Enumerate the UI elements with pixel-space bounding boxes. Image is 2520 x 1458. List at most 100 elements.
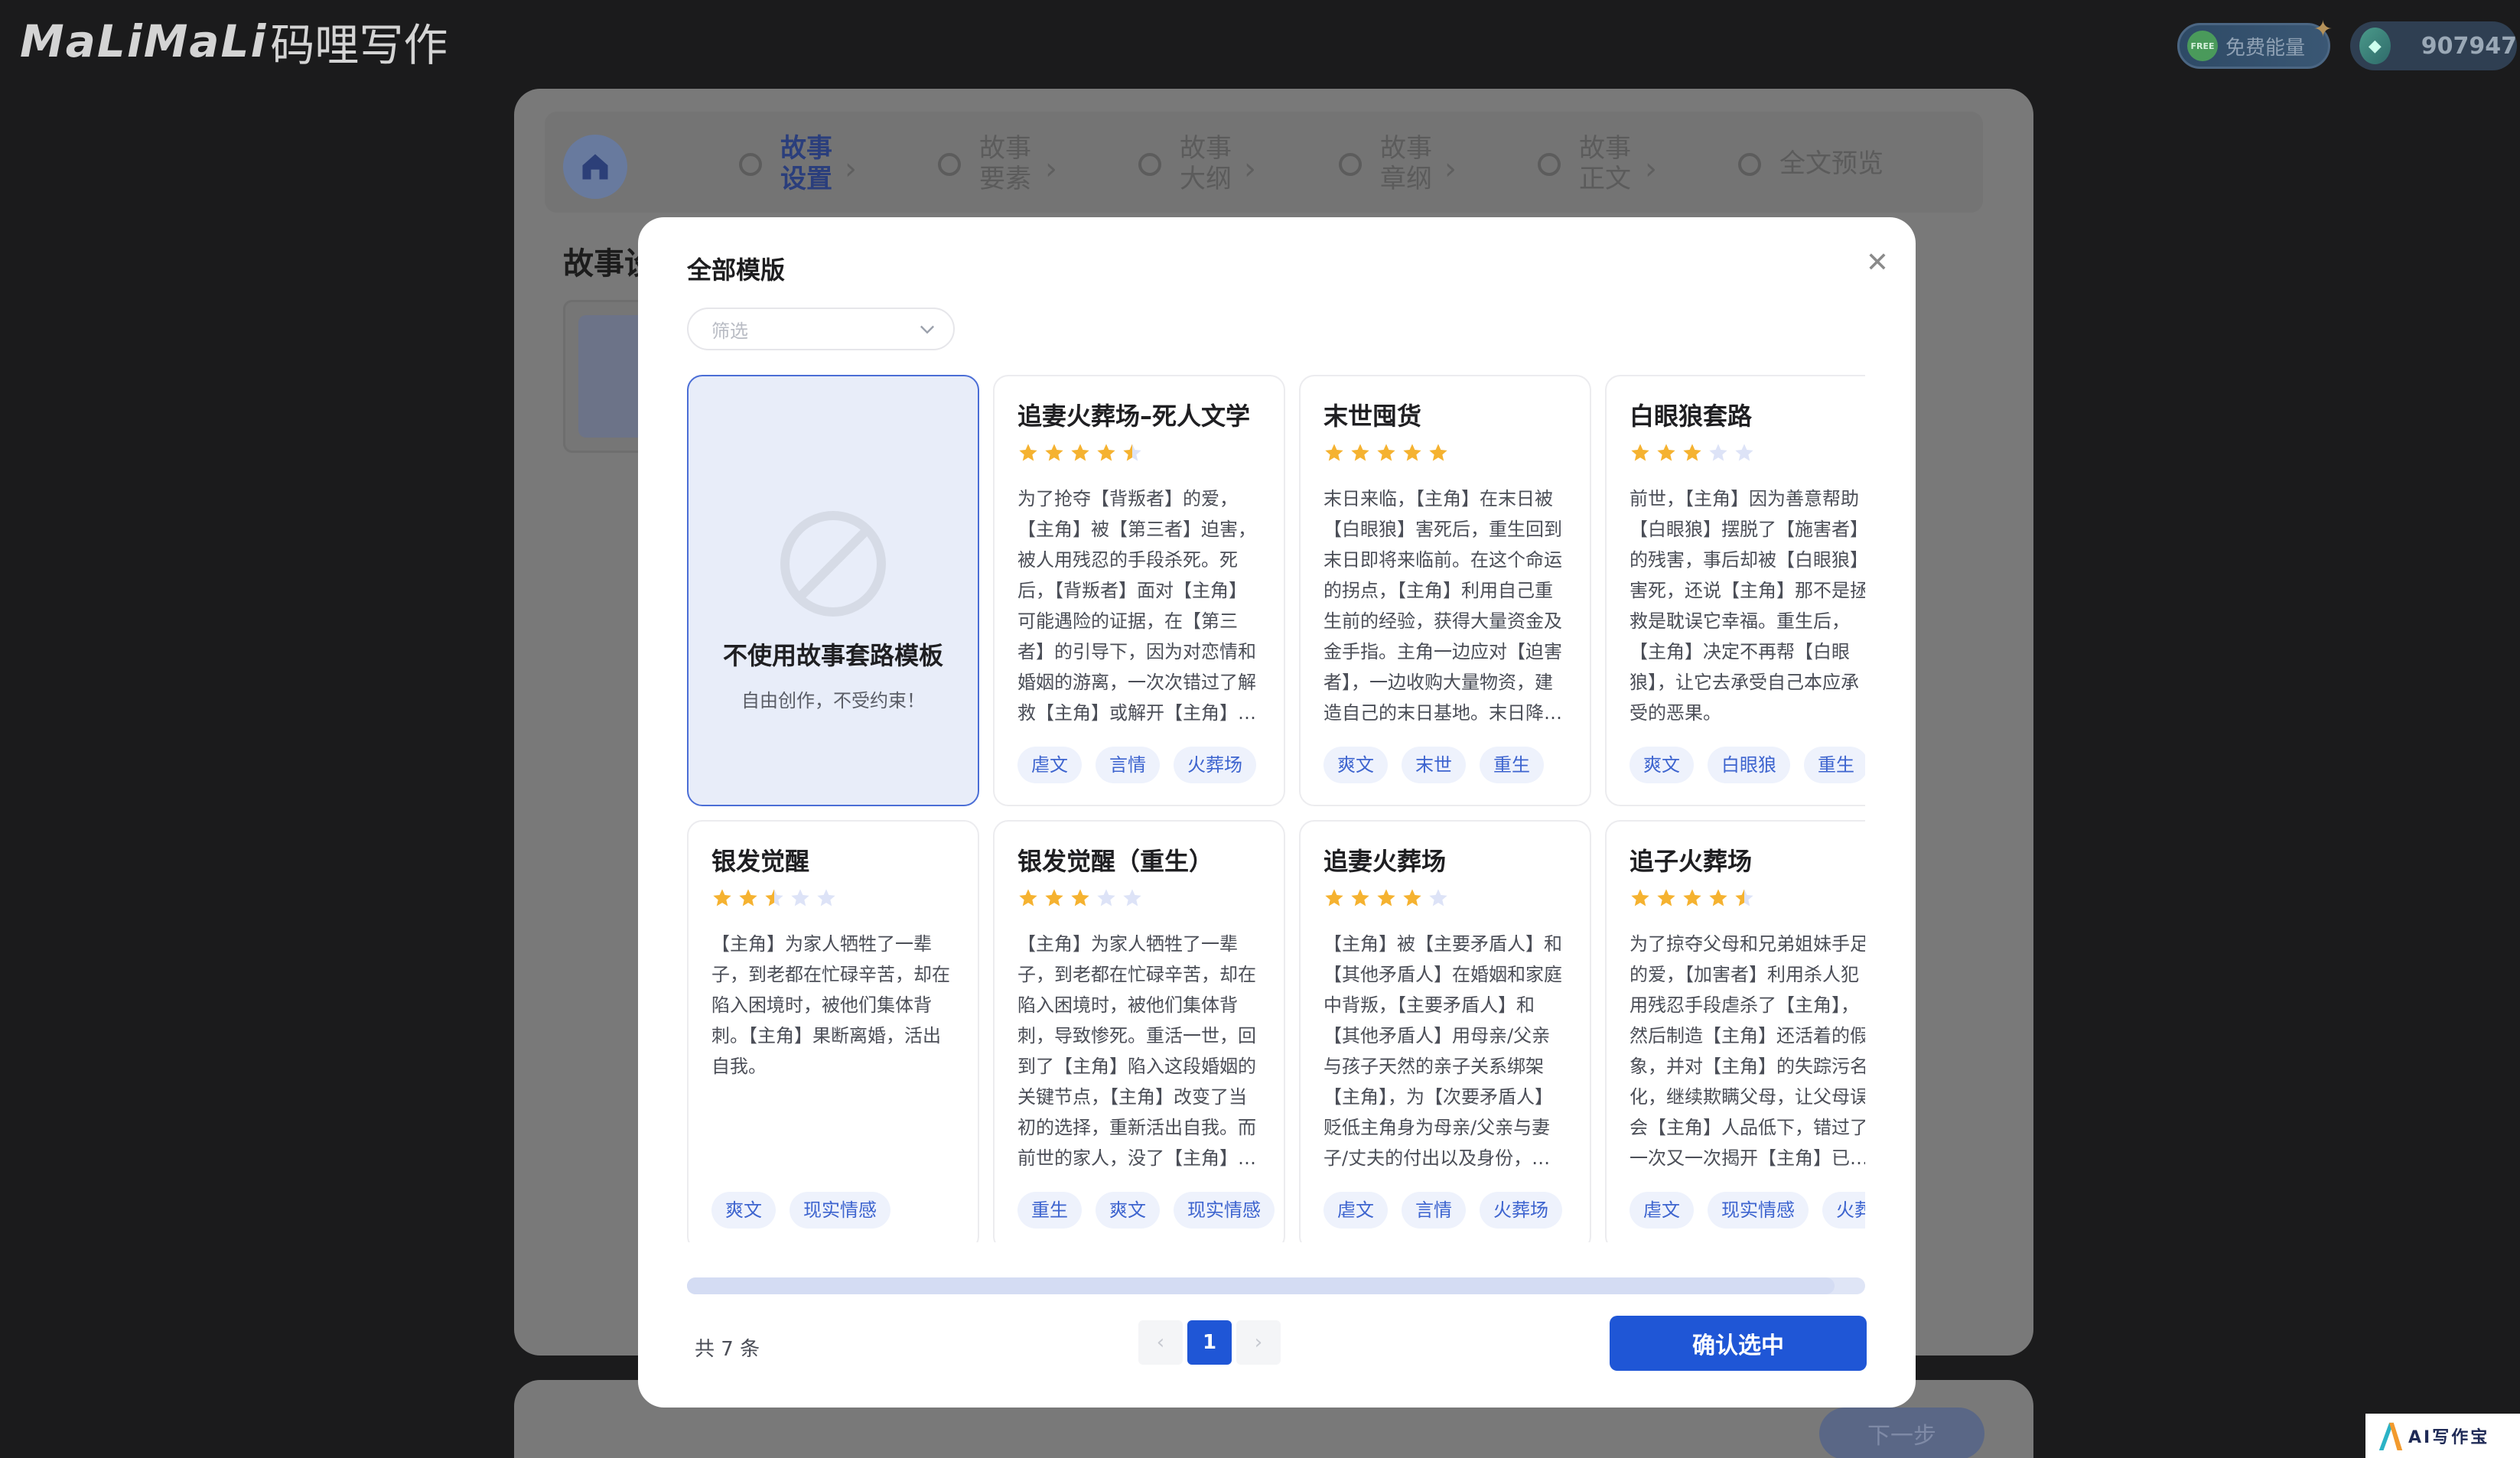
star-icon — [1097, 889, 1115, 906]
filter-placeholder: 筛选 — [711, 320, 748, 342]
tag: 重生 — [1804, 747, 1865, 783]
tag-list: 爽文 白眼狼 重生 — [1630, 747, 1865, 783]
tag: 虐文 — [1630, 1192, 1694, 1229]
chevron-right-icon: › — [1444, 151, 1457, 187]
star-icon — [1045, 889, 1063, 906]
star-icon — [817, 889, 835, 906]
rating-stars — [1017, 887, 1261, 909]
rating-stars — [1630, 887, 1865, 909]
logo-cn: 码哩写作 — [270, 19, 448, 71]
total-count: 共 7 条 — [695, 1338, 760, 1361]
star-icon — [1683, 444, 1701, 461]
template-card[interactable]: 末世囤货 末日来临，【主角】在末日被【白眼狼】害死后，重生回到末日即将来临前。在这… — [1299, 375, 1591, 806]
step-story-body[interactable]: 故事正文 — [1538, 133, 1656, 194]
prev-page-button[interactable]: ‹ — [1138, 1320, 1183, 1365]
rating-stars — [1323, 442, 1567, 464]
template-description: 为了掠夺父母和兄弟姐妹手足的爱，【加害者】利用杀人犯用残忍手段虐杀了【主角】，然… — [1630, 933, 1865, 1169]
home-icon[interactable] — [563, 135, 627, 199]
template-description: 【主角】被【主要矛盾人】和【其他矛盾人】在婚姻和家庭中背叛，【主要矛盾人】和【其… — [1323, 933, 1562, 1169]
tag: 爽文 — [711, 1192, 776, 1229]
filter-select[interactable]: 筛选 — [687, 308, 955, 350]
chevron-right-icon: › — [845, 151, 857, 187]
star-icon — [1631, 889, 1649, 906]
tag: 言情 — [1402, 1192, 1466, 1229]
star-icon — [1123, 444, 1141, 461]
chevron-right-icon: › — [1645, 151, 1657, 187]
template-description: 为了抢夺【背叛者】的爱，【主角】被【第三者】迫害，被人用残忍的手段杀死。死后，【… — [1017, 488, 1256, 724]
watermark-logo-icon — [2378, 1422, 2403, 1450]
step-label: 故事正文 — [1579, 133, 1631, 194]
gem-icon: ◆ — [2359, 28, 2391, 64]
star-icon — [1709, 889, 1727, 906]
star-icon — [1071, 889, 1089, 906]
star-icon — [1019, 889, 1037, 906]
step-chapter-outline[interactable]: 故事章纲 — [1339, 133, 1457, 194]
star-icon — [1123, 889, 1141, 906]
template-card[interactable]: 追妻火葬场–死人文学 为了抢夺【背叛者】的爱，【主角】被【第三者】迫害，被人用残忍… — [993, 375, 1285, 806]
star-icon — [1631, 444, 1649, 461]
tag: 现实情感 — [790, 1192, 890, 1229]
tag-list: 爽文 末世 重生 — [1323, 747, 1544, 783]
star-icon — [1429, 444, 1447, 461]
template-modal: 全部模版 ✕ 筛选 不使用故事套路模板 自由创作，不受约束！ 追妻火葬场–死人文… — [638, 217, 1916, 1408]
step-circle — [739, 153, 762, 176]
tag: 末世 — [1402, 747, 1466, 783]
step-story-elements[interactable]: 故事要素 — [938, 133, 1056, 194]
tag-list: 虐文现实情感火葬场 — [1630, 1192, 1865, 1229]
template-card[interactable]: 追妻火葬场【主角】被【主要矛盾人】和【其他矛盾人】在婚姻和家庭中背叛，【主要矛盾… — [1299, 820, 1591, 1242]
template-card[interactable]: 追子火葬场 为了掠夺父母和兄弟姐妹手足的爱，【加害者】利用杀人犯用残忍手段虐杀了【… — [1605, 820, 1865, 1242]
chevron-right-icon: › — [1244, 151, 1256, 187]
next-step-button[interactable]: 下一步 — [1819, 1408, 1984, 1458]
star-icon — [1325, 444, 1343, 461]
page-1-button[interactable]: 1 — [1187, 1320, 1232, 1365]
tag: 爽文 — [1630, 747, 1694, 783]
no-template-subtitle: 自由创作，不受约束！ — [741, 690, 925, 711]
star-icon — [1325, 889, 1343, 906]
tag-list: 爽文 现实情感 — [711, 1192, 890, 1229]
template-card[interactable]: 银发觉醒（重生） 【主角】为家人牺牲了一辈子，到老都在忙碌辛苦，却在陷入困境时，被… — [993, 820, 1285, 1242]
tag: 现实情感 — [1708, 1192, 1809, 1229]
step-story-outline[interactable]: 故事大纲 — [1138, 133, 1256, 194]
template-description: 【主角】为家人牺牲了一辈子，到老都在忙碌辛苦，却在陷入困境时，被他们集体背刺。【… — [711, 933, 950, 1077]
chevron-right-icon: › — [1045, 151, 1057, 187]
star-icon — [1735, 444, 1753, 461]
step-circle — [1138, 153, 1161, 176]
star-icon — [1683, 889, 1701, 906]
next-page-button[interactable]: › — [1236, 1320, 1281, 1365]
template-title: 银发觉醒 — [711, 847, 810, 876]
coin-balance[interactable]: ◆ 907947 — [2350, 21, 2517, 70]
star-icon — [1657, 444, 1675, 461]
no-template-card[interactable]: 不使用故事套路模板 自由创作，不受约束！ — [687, 375, 979, 806]
free-energy-label: 免费能量 — [2225, 36, 2306, 60]
tag: 爽文 — [1096, 1192, 1160, 1229]
template-card[interactable]: 白眼狼套路 前世，【主角】因为善意帮助【白眼狼】摆脱了【施害者】的残害，事后却被【… — [1605, 375, 1865, 806]
free-energy-button[interactable]: FREE 免费能量 ✦ — [2177, 16, 2333, 69]
step-full-preview[interactable]: 全文预览 — [1738, 133, 1883, 179]
tag-list: 重生 爽文 现实情感 — [1017, 1192, 1275, 1229]
star-icon — [713, 889, 731, 906]
star-icon — [1429, 889, 1447, 906]
no-template-title: 不使用故事套路模板 — [722, 641, 943, 670]
step-circle — [938, 153, 961, 176]
star-icon — [1709, 444, 1727, 461]
rating-stars — [1630, 442, 1865, 464]
app-logo[interactable]: MaLiMaLi 码哩写作 — [20, 14, 448, 71]
step-story-settings[interactable]: 故事设置 — [739, 133, 857, 194]
tag: 爽文 — [1323, 747, 1388, 783]
template-card[interactable]: 银发觉醒【主角】为家人牺牲了一辈子，到老都在忙碌辛苦，却在陷入困境时，被他们集体… — [687, 820, 979, 1242]
close-icon[interactable]: ✕ — [1862, 248, 1893, 278]
horizontal-scrollbar[interactable] — [687, 1277, 1865, 1294]
template-title: 追妻火葬场 — [1323, 847, 1447, 876]
confirm-select-button[interactable]: 确认选中 — [1610, 1316, 1867, 1371]
step-circle — [1339, 153, 1362, 176]
star-icon — [1403, 444, 1421, 461]
template-description: 【主角】为家人牺牲了一辈子，到老都在忙碌辛苦，却在陷入困境时，被他们集体背刺，导… — [1017, 933, 1256, 1169]
template-title: 末世囤货 — [1323, 402, 1422, 431]
star-icon — [1351, 889, 1369, 906]
free-badge-icon: FREE — [2187, 31, 2218, 61]
scrollbar-thumb[interactable] — [687, 1277, 1835, 1294]
tag: 重生 — [1017, 1192, 1082, 1229]
template-description: 前世，【主角】因为善意帮助【白眼狼】摆脱了【施害者】的残害，事后却被【白眼狼】害… — [1630, 488, 1865, 724]
tag-list: 虐文 言情 火葬场 — [1017, 747, 1256, 783]
star-icon — [1019, 444, 1037, 461]
